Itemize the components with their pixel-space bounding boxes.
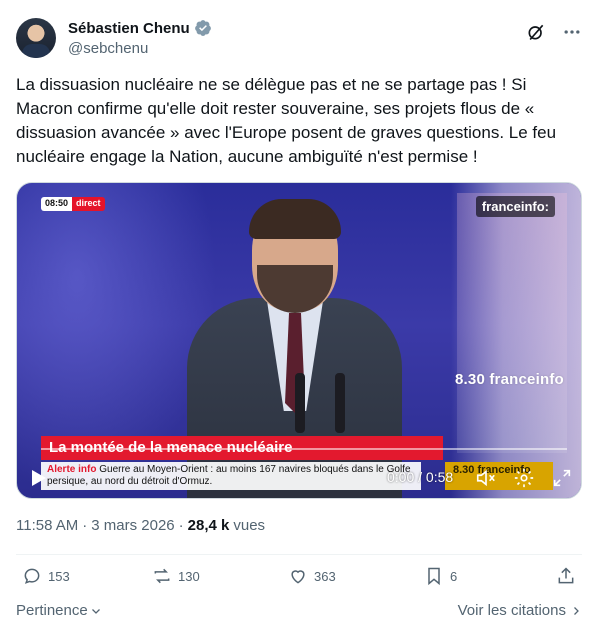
meta-separator: · xyxy=(178,517,184,534)
views-count: 28,4 k xyxy=(187,517,230,534)
relevance-label: Pertinence xyxy=(16,602,88,619)
view-quotes-link[interactable]: Voir les citations xyxy=(458,602,582,619)
reply-button[interactable]: 153 xyxy=(22,566,70,586)
reply-count: 153 xyxy=(48,568,70,584)
news-ticker: Alerte info Guerre au Moyen-Orient : au … xyxy=(41,462,421,490)
tweet-date[interactable]: 3 mars 2026 xyxy=(91,517,174,534)
chevron-right-icon xyxy=(574,606,579,615)
ticker-alert: Alerte info xyxy=(47,464,97,475)
tweet-header: Sébastien Chenu @sebchenu xyxy=(16,16,582,60)
channel-logo: franceinfo: xyxy=(475,196,555,217)
speaker-hair xyxy=(249,199,341,239)
header-actions xyxy=(526,22,582,42)
bookmark-count: 6 xyxy=(450,568,458,584)
share-icon xyxy=(558,567,574,584)
action-bar: 153 130 363 6 xyxy=(16,566,582,592)
fullscreen-icon[interactable] xyxy=(551,467,573,489)
live-label: direct xyxy=(72,197,105,211)
microphone xyxy=(295,373,305,433)
studio-brand: 8.30 franceinfo xyxy=(455,371,564,388)
author-handle[interactable]: @sebchenu xyxy=(68,40,148,57)
repost-icon xyxy=(154,568,170,584)
avatar[interactable] xyxy=(16,18,56,58)
more-icon[interactable] xyxy=(562,22,582,42)
video-time: 0:00 / 0:58 xyxy=(387,469,454,485)
settings-gear-icon[interactable] xyxy=(513,467,535,489)
reply-icon xyxy=(24,568,40,584)
meta-separator: · xyxy=(82,517,88,534)
tweet-time[interactable]: 11:58 AM xyxy=(16,517,78,534)
heart-icon xyxy=(291,570,305,584)
bookmark-button[interactable]: 6 xyxy=(424,566,457,586)
sort-relevance-dropdown[interactable]: Pertinence xyxy=(16,602,102,619)
grok-icon[interactable] xyxy=(526,22,546,42)
tweet-text: La dissuasion nucléaire ne se délègue pa… xyxy=(16,75,557,166)
volume-muted-icon[interactable] xyxy=(475,467,497,489)
play-icon[interactable] xyxy=(31,469,47,487)
live-badge: 08:50 direct xyxy=(41,197,105,211)
divider xyxy=(16,554,582,555)
bookmark-icon xyxy=(428,567,440,586)
views-label: vues xyxy=(233,517,266,534)
quotes-label: Voir les citations xyxy=(457,602,566,619)
replies-footer: Pertinence Voir les citations xyxy=(16,602,582,622)
author-name[interactable]: Sébastien Chenu xyxy=(68,20,190,37)
studio-screen xyxy=(457,193,567,453)
ticker-text: Guerre au Moyen-Orient : au moins 167 na… xyxy=(47,464,411,487)
video-player[interactable]: 8.30 franceinfo 08:50 direct franceinfo:… xyxy=(16,182,582,499)
microphone xyxy=(335,373,345,433)
like-count: 363 xyxy=(314,568,336,584)
live-time: 08:50 xyxy=(41,197,73,211)
share-button[interactable] xyxy=(556,566,576,586)
verified-badge-icon xyxy=(194,20,211,36)
video-progress-bar[interactable] xyxy=(41,448,567,450)
author-name-row[interactable]: Sébastien Chenu xyxy=(68,19,212,37)
repost-button[interactable]: 130 xyxy=(152,566,200,586)
chevron-down-icon xyxy=(91,608,100,614)
tweet-meta: 11:58 AM · 3 mars 2026 · 28,4 k vues xyxy=(16,517,265,534)
repost-count: 130 xyxy=(178,568,200,584)
like-button[interactable]: 363 xyxy=(288,566,336,586)
